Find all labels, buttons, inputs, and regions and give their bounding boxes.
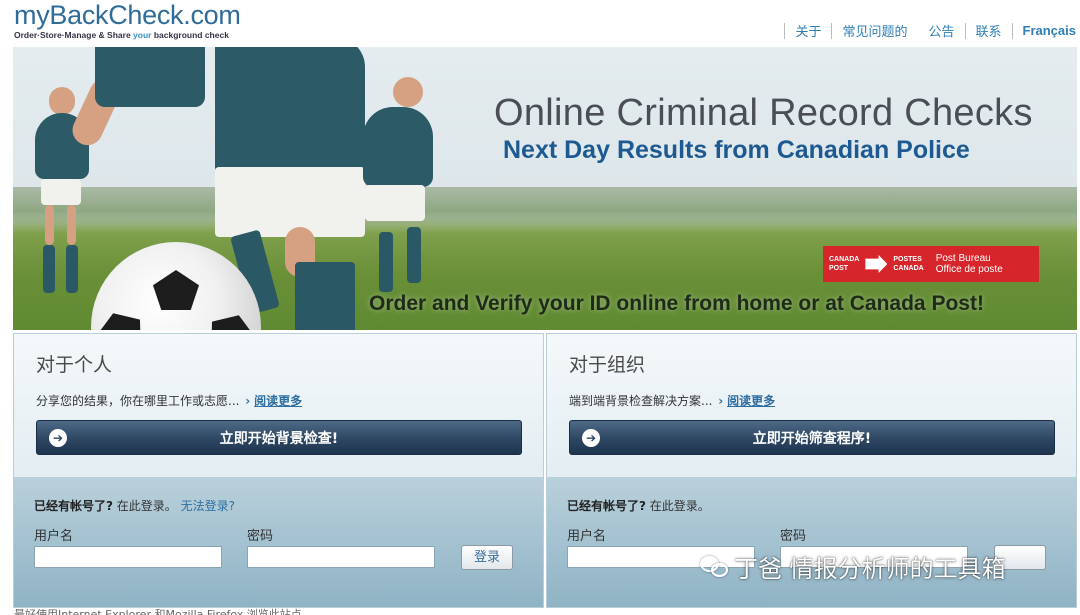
banner-headline: Online Criminal Record Checks <box>494 92 1033 134</box>
canada-post-logo: CANADA POST POSTES CANADA Post Bureau Of… <box>823 246 1039 282</box>
username-label: 用户名 <box>34 529 74 544</box>
panel-description: 端到端背景检查解决方案... › 阅读更多 <box>569 394 776 408</box>
canada-post-arrow-icon <box>865 255 888 273</box>
nav-link-announcements[interactable]: 公告 <box>928 21 954 40</box>
login-button[interactable]: 登录 <box>461 545 513 570</box>
logo-tagline: Order·Store·Manage & Share your backgrou… <box>14 30 229 40</box>
chat-bubbles-icon <box>700 554 730 580</box>
password-label: 密码 <box>247 529 274 544</box>
nav-divider <box>1011 22 1013 39</box>
watermark-text: 丁爸 情报分析师的工具箱 <box>734 555 1006 583</box>
chevron-right-icon: › <box>245 394 251 408</box>
individual-panel: 对于个人 分享您的结果，你在哪里工作或志愿... › 阅读更多 ➔ 立即开始背景… <box>13 333 544 608</box>
nav-link-contact[interactable]: 联系 <box>976 21 1002 40</box>
password-label: 密码 <box>780 529 807 544</box>
hero-banner: Online Criminal Record Checks Next Day R… <box>13 47 1077 330</box>
read-more-link[interactable]: 阅读更多 <box>727 394 775 408</box>
logo-text: myBackCheck.com <box>14 0 241 30</box>
watermark: 丁爸 情报分析师的工具箱 <box>700 549 1006 584</box>
start-screening-button[interactable]: ➔ 立即开始筛查程序! <box>569 420 1055 455</box>
panel-title: 对于组织 <box>569 354 646 376</box>
cta-label: 立即开始筛查程序! <box>752 430 872 447</box>
panel-description: 分享您的结果，你在哪里工作或志愿... › 阅读更多 <box>36 394 303 408</box>
site-logo[interactable]: myBackCheck.com Order·Store·Manage & Sha… <box>14 0 241 40</box>
login-prompt: 已经有帐号了? 在此登录。 <box>567 499 710 513</box>
banner-subheadline: Next Day Results from Canadian Police <box>503 136 970 164</box>
username-input[interactable] <box>34 546 222 568</box>
banner-player-right <box>343 67 453 317</box>
start-background-check-button[interactable]: ➔ 立即开始背景检查! <box>36 420 522 455</box>
nav-divider <box>831 22 833 39</box>
nav-divider <box>784 22 786 39</box>
arrow-right-icon: ➔ <box>582 429 600 447</box>
panel-title: 对于个人 <box>36 354 113 376</box>
password-input[interactable] <box>247 546 435 568</box>
cta-label: 立即开始背景检查! <box>219 430 339 447</box>
banner-tagline: Order and Verify your ID online from hom… <box>369 292 984 315</box>
cant-login-link[interactable]: 无法登录? <box>181 499 235 513</box>
nav-link-about[interactable]: 关于 <box>795 21 821 40</box>
nav-link-faq[interactable]: 常见问题的 <box>842 21 907 40</box>
nav-link-french[interactable]: Français <box>1023 23 1076 38</box>
top-nav: 关于 常见问题的 公告 联系 Français <box>774 21 1076 40</box>
read-more-link[interactable]: 阅读更多 <box>254 394 302 408</box>
chevron-right-icon: › <box>718 394 724 408</box>
login-prompt: 已经有帐号了? 在此登录。 无法登录? <box>34 499 235 513</box>
browser-note: 最好使用Internet Explorer 和Mozilla Firefox 浏… <box>14 608 302 615</box>
arrow-right-icon: ➔ <box>49 429 67 447</box>
nav-divider <box>964 22 966 39</box>
username-label: 用户名 <box>567 529 607 544</box>
